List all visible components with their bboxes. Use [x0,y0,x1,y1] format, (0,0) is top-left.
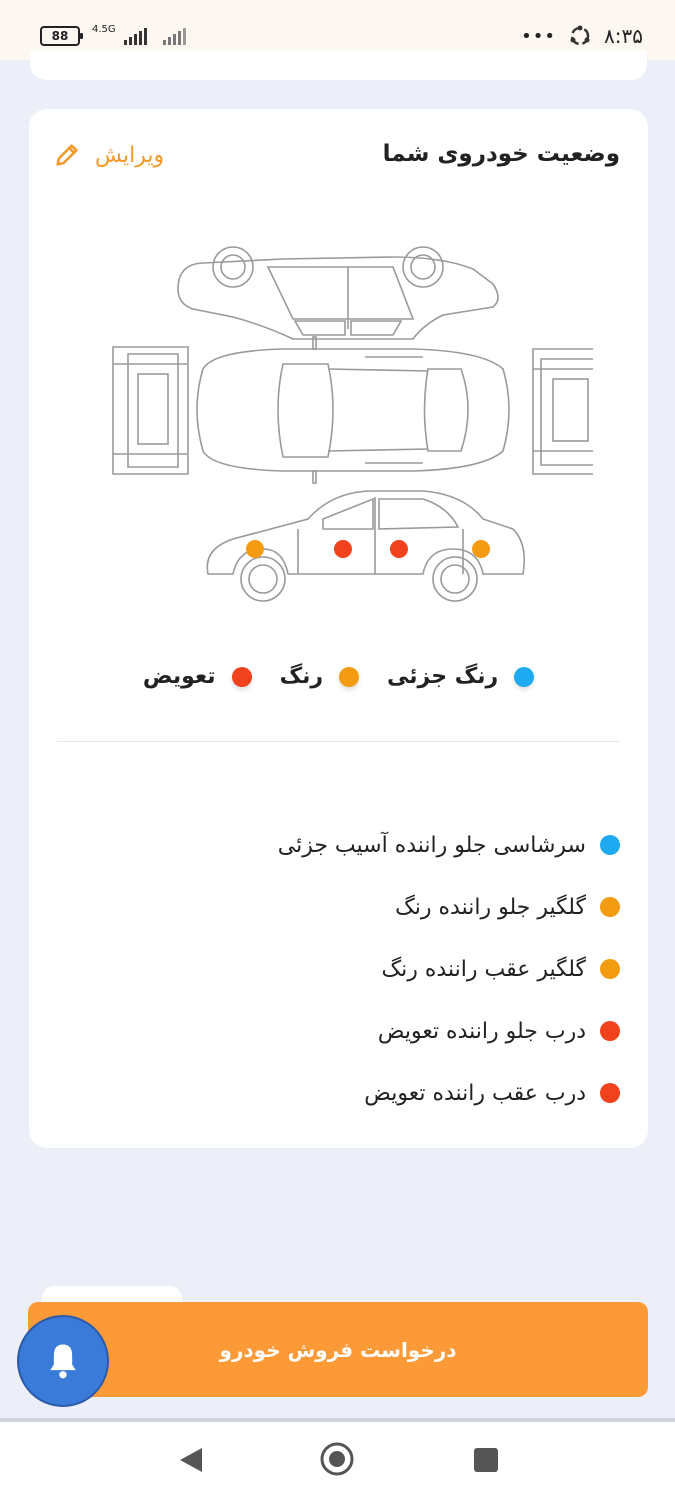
car-status-card: وضعیت خودروی شما ویرایش رنگ جزئی رنگ تعو… [29,109,648,1148]
more-notifications-icon: ••• [521,25,557,47]
legend-item-replace: تعویض [143,664,252,689]
issue-text: گلگیر جلو راننده رنگ [395,894,586,920]
damage-marker-front-door [334,540,352,558]
legend-dot [339,666,360,687]
previous-card [30,50,647,80]
nav-strip [0,1418,675,1422]
list-item: گلگیر عقب راننده رنگ [278,938,620,1000]
damage-marker-front-fender [246,540,264,558]
issue-text: درب جلو راننده تعویض [377,1018,586,1044]
status-right: ••• ۸:۳۵ [521,24,643,48]
clock: ۸:۳۵ [604,24,643,48]
edit-label: ویرایش [95,142,165,168]
issue-text: درب عقب راننده تعویض [364,1080,586,1106]
legend-label: تعویض [142,664,216,689]
damage-list: سرشاسی جلو راننده آسیب جزئی گلگیر جلو را… [278,814,620,1124]
card-title: وضعیت خودروی شما [382,141,620,167]
network-type: 4.5G [92,24,116,35]
damage-marker-rear-fender [472,540,490,558]
battery-icon: 88 [40,26,83,46]
status-left: 88 4.5G [40,24,186,46]
legend-dot [231,666,252,687]
signal-icon [123,27,147,45]
issue-text: گلگیر عقب راننده رنگ [381,956,586,982]
notification-button[interactable] [17,1315,109,1407]
issue-dot [600,959,620,979]
signal-icon-2 [162,27,186,45]
car-diagram [112,246,593,602]
list-item: سرشاسی جلو راننده آسیب جزئی [278,814,620,876]
color-legend: رنگ جزئی رنگ تعویض [29,664,648,689]
issue-dot [600,897,620,917]
legend-item-partial-paint: رنگ جزئی [387,664,535,689]
list-item: گلگیر جلو راننده رنگ [278,876,620,938]
legend-dot [514,666,535,687]
damage-marker-rear-door [390,540,408,558]
pencil-icon [56,144,78,166]
app-notification-icon [570,25,590,46]
issue-dot [600,1021,620,1041]
back-triangle-icon[interactable] [178,1446,204,1474]
legend-label: رنگ جزئی [387,664,499,689]
issue-text: سرشاسی جلو راننده آسیب جزئی [277,832,586,858]
edit-button[interactable]: ویرایش [53,141,164,169]
navigation-bar [0,1418,675,1500]
legend-label: رنگ [279,664,324,689]
legend-item-paint: رنگ [279,664,360,689]
sell-car-request-button[interactable]: درخواست فروش خودرو [28,1302,648,1397]
recent-square-icon[interactable] [474,1448,498,1472]
bell-icon [50,1344,76,1379]
issue-dot [600,1083,620,1103]
list-item: درب جلو راننده تعویض [278,1000,620,1062]
divider [57,741,620,742]
list-item: درب عقب راننده تعویض [278,1062,620,1124]
home-circle-icon[interactable] [320,1442,354,1476]
issue-dot [600,835,620,855]
